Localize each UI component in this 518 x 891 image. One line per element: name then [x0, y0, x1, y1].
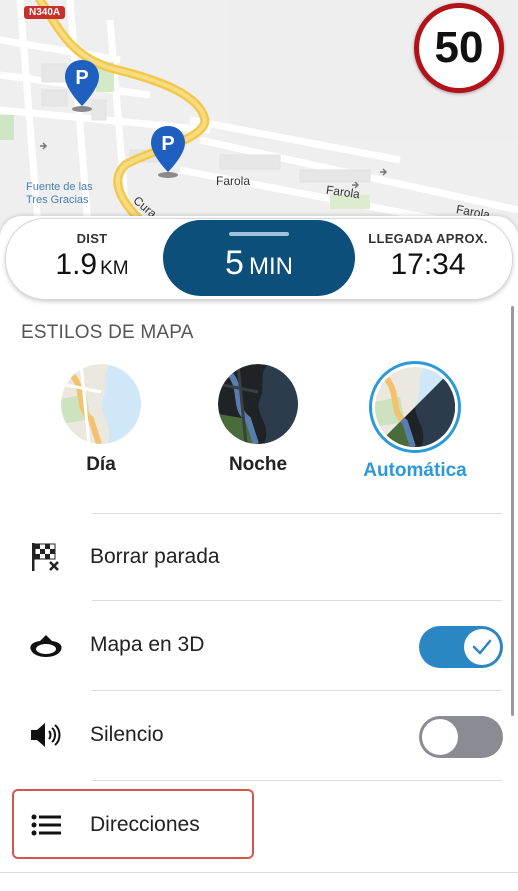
scrollbar[interactable] — [511, 306, 514, 716]
svg-text:P: P — [75, 67, 88, 89]
map-style-auto[interactable]: Automática — [345, 361, 485, 482]
toggle-knob — [464, 629, 500, 665]
svg-text:P: P — [161, 133, 174, 155]
distance-stat: DIST 1.9 KM — [28, 231, 156, 282]
divider — [92, 600, 502, 601]
remaining-time: 5 MIN — [163, 244, 355, 283]
parking-pin-icon[interactable]: P — [149, 124, 187, 178]
menu-item-clear-stop[interactable]: Borrar parada — [0, 514, 510, 600]
bottom-sheet[interactable]: DIST 1.9 KM 5 MIN LLEGADA APROX. 17:34 EST… — [0, 216, 518, 891]
map-style-label: Automática — [363, 460, 467, 481]
auto-style-icon — [369, 361, 461, 453]
map-styles-title: ESTILOS DE MAPA — [21, 322, 194, 343]
time-number: 5 — [225, 244, 244, 282]
night-style-icon — [218, 364, 298, 444]
poi-label: Fuente de las Tres Gracias — [26, 181, 93, 206]
day-style-icon — [61, 364, 141, 444]
street-label: Farola — [216, 174, 251, 188]
speed-limit-value: 50 — [434, 23, 484, 72]
map-style-label: Día — [86, 454, 116, 475]
distance-label: DIST — [76, 231, 108, 246]
3d-map-ring-icon — [30, 635, 62, 657]
checkered-flag-x-icon — [32, 543, 59, 571]
menu-item-label: Mapa en 3D — [90, 633, 205, 656]
menu-item-label: Silencio — [90, 723, 164, 746]
speed-limit-sign: 50 — [414, 3, 504, 93]
speaker-icon — [31, 723, 61, 747]
eta-label: LLEGADA APROX. — [368, 231, 488, 246]
trip-summary-bar[interactable]: DIST 1.9 KM 5 MIN LLEGADA APROX. 17:34 — [5, 218, 513, 300]
time-unit: MIN — [248, 253, 293, 280]
road-number-badge: N340A — [24, 6, 66, 19]
menu-item-3d-map[interactable]: Mapa en 3D — [0, 602, 510, 688]
remaining-time-pill[interactable]: 5 MIN — [163, 220, 355, 296]
distance-number: 1.9 — [55, 248, 98, 281]
distance-value: 1.9 KM — [28, 248, 156, 282]
drag-handle[interactable] — [229, 232, 289, 236]
map-style-label: Noche — [228, 454, 288, 475]
parking-pin-icon[interactable]: P — [63, 58, 101, 112]
menu-item-silence[interactable]: Silencio — [0, 692, 510, 778]
menu-item-label: Borrar parada — [90, 545, 220, 568]
selection-highlight — [12, 789, 254, 859]
toggle-knob — [422, 719, 458, 755]
distance-unit: KM — [100, 258, 129, 279]
divider — [92, 780, 502, 781]
map-style-day[interactable]: Día — [31, 364, 171, 476]
divider — [0, 872, 518, 873]
divider — [92, 690, 502, 691]
silence-toggle[interactable] — [419, 716, 503, 758]
checkmark-icon — [472, 639, 492, 655]
eta-stat: LLEGADA APROX. 17:34 — [358, 231, 498, 282]
3d-map-toggle[interactable] — [419, 626, 503, 668]
map-style-night[interactable]: Noche — [188, 364, 328, 476]
map-view[interactable]: N340A 50 P P Fuente de las Tres Gracias … — [0, 0, 518, 250]
eta-value: 17:34 — [390, 248, 466, 281]
